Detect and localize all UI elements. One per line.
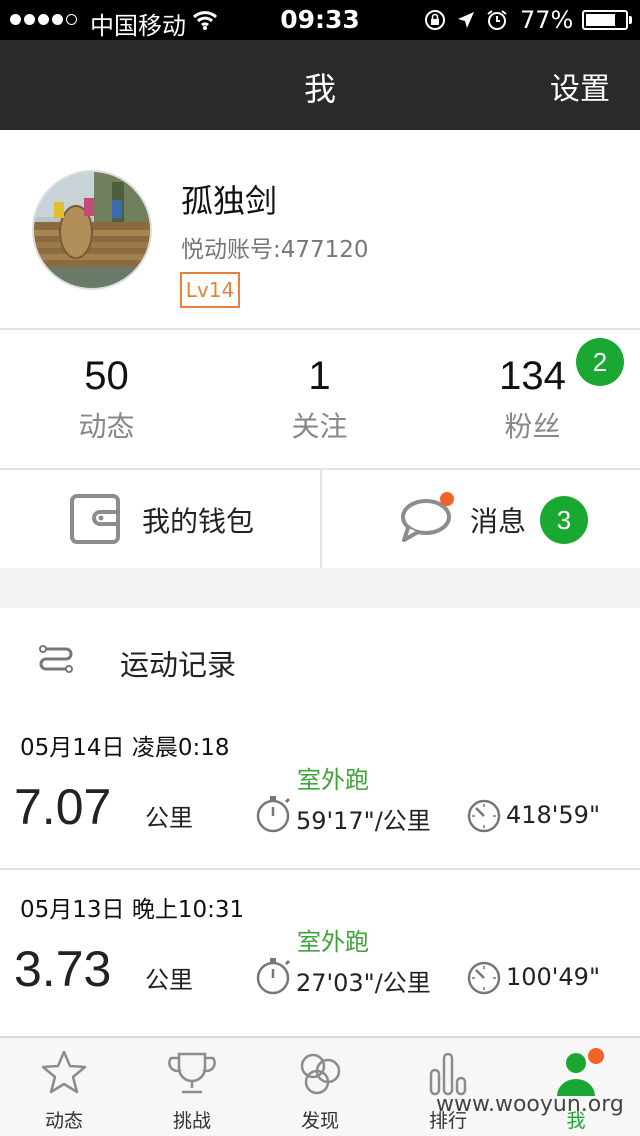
stat-label: 粉丝 <box>504 410 561 443</box>
profile-header[interactable]: 孤独剑 悦动账号:477120 Lv14 <box>0 130 640 328</box>
stopwatch-icon <box>256 958 291 995</box>
messages-count-badge: 3 <box>540 496 588 544</box>
stat-label: 动态 <box>78 410 135 443</box>
username: 孤独剑 <box>181 182 278 220</box>
record-item[interactable]: 05月14日 凌晨0:18 室外跑 7.07 公里 59'17"/公里 418'… <box>0 708 640 868</box>
tab-ranking[interactable]: 排行 <box>384 1038 512 1136</box>
record-type: 室外跑 <box>297 928 369 956</box>
tab-label: 发现 <box>300 1110 339 1132</box>
section-spacer <box>0 568 640 608</box>
records-title: 运动记录 <box>120 648 237 682</box>
tab-me[interactable]: 我 <box>512 1038 640 1136</box>
notification-dot <box>588 1048 604 1064</box>
messages-label: 消息 <box>470 505 527 538</box>
stat-following[interactable]: 1 关注 <box>213 330 426 468</box>
tab-label: 动态 <box>44 1110 83 1132</box>
record-type: 室外跑 <box>297 766 369 794</box>
tab-discover[interactable]: 发现 <box>256 1038 384 1136</box>
stats-row: 50 动态 1 关注 134 粉丝 2 <box>0 330 640 468</box>
stat-value: 50 <box>84 354 129 398</box>
record-distance: 3.73 <box>14 941 112 997</box>
unread-dot <box>440 492 454 506</box>
stat-posts[interactable]: 50 动态 <box>0 330 213 468</box>
record-pace: 59'17"/公里 <box>296 807 431 835</box>
record-distance: 7.07 <box>14 779 112 835</box>
watermark: www.wooyun.org <box>436 1092 624 1117</box>
record-date: 05月13日 晚上10:31 <box>20 897 245 923</box>
battery-percent: 77% <box>520 6 574 34</box>
record-duration: 418'59" <box>506 801 600 829</box>
nav-bar: 我 设置 <box>0 40 640 130</box>
avatar[interactable] <box>32 170 152 290</box>
settings-button[interactable]: 设置 <box>550 64 610 108</box>
tab-challenge[interactable]: 挑战 <box>128 1038 256 1136</box>
status-bar: 中国移动 09:33 77% <box>0 0 640 40</box>
clock-icon <box>467 799 501 833</box>
stat-value: 1 <box>308 354 331 398</box>
record-distance-unit: 公里 <box>145 966 193 994</box>
tab-bar: 动态 挑战 发现 排行 我 <box>0 1036 640 1136</box>
wallet-icon <box>70 494 120 544</box>
page-title: 我 <box>303 70 336 108</box>
location-arrow-icon <box>458 12 474 28</box>
orientation-lock-icon <box>425 10 445 30</box>
alarm-icon <box>487 10 507 30</box>
bar-chart-icon <box>429 1052 467 1096</box>
record-date: 05月14日 凌晨0:18 <box>20 735 230 761</box>
wallet-label: 我的钱包 <box>142 505 255 538</box>
stopwatch-icon <box>256 796 291 833</box>
record-pace: 27'03"/公里 <box>296 969 431 997</box>
tab-label: 挑战 <box>172 1110 211 1132</box>
divider <box>320 470 322 568</box>
followers-count-badge: 2 <box>576 338 624 386</box>
account-id: 悦动账号:477120 <box>181 237 369 263</box>
level-badge: Lv14 <box>180 272 240 308</box>
sport-records-header[interactable]: 运动记录 <box>0 608 640 708</box>
stat-label: 关注 <box>291 410 348 443</box>
trophy-icon <box>168 1052 216 1094</box>
battery-icon <box>582 10 628 30</box>
wallet-button[interactable]: 我的钱包 <box>0 470 320 568</box>
circles-icon <box>300 1053 341 1095</box>
clock-icon <box>467 961 501 995</box>
star-icon <box>41 1050 87 1094</box>
messages-button[interactable]: 消息 3 <box>322 470 640 568</box>
route-icon <box>39 645 73 673</box>
record-duration: 100'49" <box>506 963 600 991</box>
record-item[interactable]: 05月13日 晚上10:31 室外跑 3.73 公里 27'03"/公里 100… <box>0 870 640 1030</box>
tab-feed[interactable]: 动态 <box>0 1038 128 1136</box>
record-distance-unit: 公里 <box>145 804 193 832</box>
